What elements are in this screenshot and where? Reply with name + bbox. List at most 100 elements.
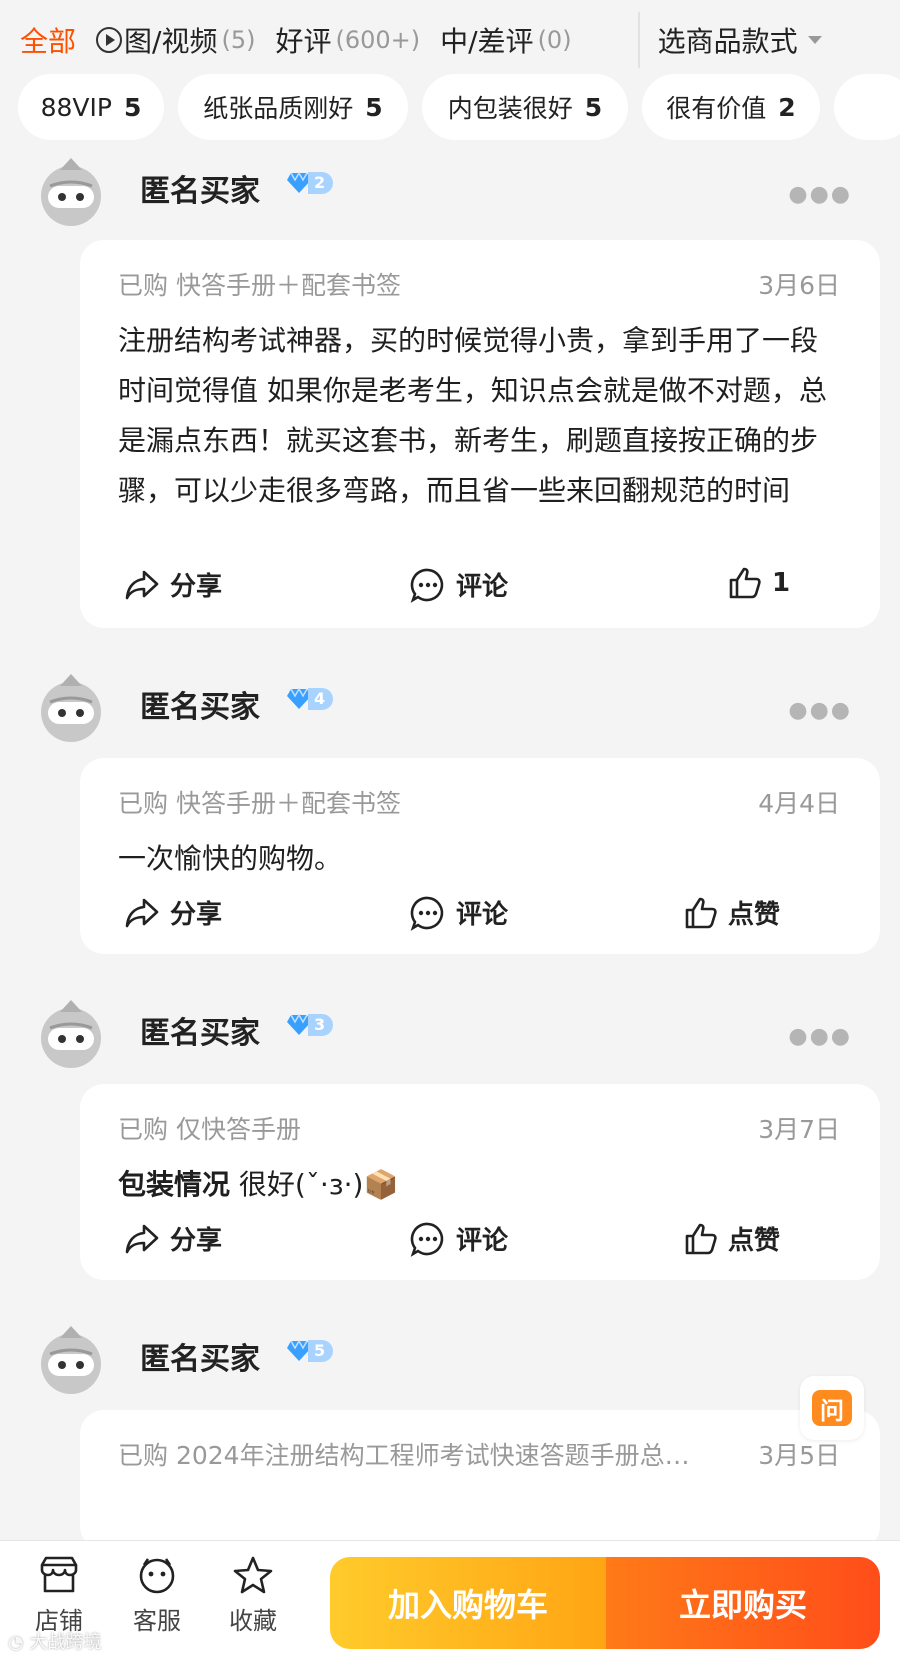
review-header: 匿名买家 5 bbox=[0, 1324, 900, 1404]
review-tag-chips: 88VIP 5 纸张品质刚好 5 内包装很好 5 很有价值 2 bbox=[0, 74, 900, 140]
review-date: 3月6日 bbox=[758, 271, 840, 300]
chip-count: 5 bbox=[365, 92, 383, 122]
buyer-name[interactable]: 匿名买家 bbox=[140, 682, 260, 726]
share-button[interactable]: 分享 bbox=[124, 1220, 222, 1257]
share-label: 分享 bbox=[170, 900, 223, 930]
customer-service-icon bbox=[139, 1558, 175, 1594]
shop-button[interactable]: 店铺 bbox=[14, 1555, 104, 1636]
purchase-info: 已购 快答手册＋配套书签 bbox=[118, 789, 401, 818]
chip-label: 很有价值 bbox=[666, 94, 767, 123]
tab-media[interactable]: 图/视频 (5) bbox=[96, 20, 255, 60]
review-card: 已购 仅快答手册 3月7日 包装情况 很好(ˇ·з·)📦 分享 评论 点赞 bbox=[80, 1084, 880, 1280]
review-text: 注册结构考试神器，买的时候觉得小贵，拿到手用了一段时间觉得值 如果你是老考生，知… bbox=[118, 324, 827, 507]
chip-inner-packaging[interactable]: 内包装很好 5 bbox=[422, 74, 628, 140]
more-options-icon[interactable]: ●●● bbox=[788, 182, 852, 207]
chip-label: 内包装很好 bbox=[447, 94, 573, 123]
review-text: 一次愉快的购物。 bbox=[118, 842, 343, 875]
share-icon bbox=[125, 898, 159, 927]
chip-good-value[interactable]: 很有价值 2 bbox=[642, 74, 820, 140]
chip-count: 5 bbox=[123, 92, 142, 122]
like-button[interactable]: 1 bbox=[728, 566, 790, 600]
style-select-label: 选商品款式 bbox=[657, 25, 798, 58]
comment-button[interactable]: 评论 bbox=[410, 894, 508, 931]
review-text-heading: 包装情况 bbox=[118, 1168, 231, 1201]
customer-service-button[interactable]: 客服 bbox=[112, 1555, 202, 1636]
review-filter-tabs: 全部 图/视频 (5) 好评 (600+) 中/差评 (0) 选商品款式 bbox=[0, 0, 900, 80]
comment-label: 评论 bbox=[456, 1226, 509, 1256]
like-button[interactable]: 点赞 bbox=[684, 894, 780, 931]
buyer-name[interactable]: 匿名买家 bbox=[140, 166, 260, 210]
share-button[interactable]: 分享 bbox=[124, 566, 222, 603]
tab-neutral-negative[interactable]: 中/差评 (0) bbox=[440, 20, 571, 60]
like-count: 1 bbox=[772, 568, 791, 598]
tab-media-label: 图/视频 bbox=[124, 25, 218, 58]
review-date: 3月7日 bbox=[758, 1115, 840, 1144]
anonymous-avatar-icon bbox=[41, 1326, 101, 1394]
tab-positive-label: 好评 bbox=[275, 25, 332, 58]
chip-count: 5 bbox=[584, 92, 603, 122]
tab-media-count: (5) bbox=[221, 26, 256, 54]
more-options-icon[interactable]: ●●● bbox=[788, 698, 852, 723]
buyer-name[interactable]: 匿名买家 bbox=[140, 1008, 260, 1052]
star-icon bbox=[233, 1556, 273, 1594]
purchase-info: 已购 快答手册＋配套书签 bbox=[118, 271, 401, 300]
member-level-number: 2 bbox=[308, 172, 334, 194]
tab-neutral-negative-count: (0) bbox=[537, 26, 572, 54]
share-icon bbox=[125, 1224, 159, 1253]
anonymous-avatar-icon bbox=[41, 1000, 101, 1068]
tab-divider bbox=[637, 12, 640, 68]
weibo-icon: ◔ bbox=[8, 1632, 24, 1653]
buyer-name[interactable]: 匿名买家 bbox=[140, 1334, 260, 1378]
play-circle-icon bbox=[96, 27, 123, 53]
favorite-button[interactable]: 收藏 bbox=[208, 1555, 298, 1636]
chip-label: 纸张品质刚好 bbox=[203, 94, 354, 123]
like-button[interactable]: 点赞 bbox=[684, 1220, 780, 1257]
add-to-cart-button[interactable]: 加入购物车 bbox=[330, 1557, 606, 1649]
purchase-info: 已购 仅快答手册 bbox=[118, 1115, 301, 1144]
thumbs-up-icon bbox=[685, 1223, 717, 1254]
member-level-number: 4 bbox=[308, 688, 334, 710]
share-button[interactable]: 分享 bbox=[124, 894, 222, 931]
review-header: 匿名买家 3 ●●● bbox=[0, 998, 900, 1078]
comment-bubble-icon bbox=[410, 1222, 444, 1257]
comment-bubble-icon bbox=[410, 568, 444, 603]
chip-label: 88VIP bbox=[40, 92, 112, 122]
comment-bubble-icon bbox=[410, 896, 444, 931]
chip-more[interactable] bbox=[834, 74, 900, 140]
member-level-number: 5 bbox=[308, 1340, 334, 1362]
style-select-dropdown[interactable]: 选商品款式 bbox=[658, 20, 822, 60]
review-text-body: 很好(ˇ·з·)📦 bbox=[238, 1168, 399, 1201]
buy-now-button[interactable]: 立即购买 bbox=[606, 1557, 880, 1649]
review-date: 4月4日 bbox=[758, 789, 840, 818]
tab-neutral-negative-label: 中/差评 bbox=[440, 25, 534, 58]
like-label: 点赞 bbox=[728, 1226, 781, 1256]
favorite-label: 收藏 bbox=[229, 1607, 277, 1635]
watermark: ◔ 大战跨境 bbox=[8, 1628, 101, 1654]
chip-88vip[interactable]: 88VIP 5 bbox=[18, 74, 164, 140]
chevron-down-icon bbox=[807, 36, 822, 44]
comment-button[interactable]: 评论 bbox=[410, 1220, 508, 1257]
tab-positive-count: (600+) bbox=[335, 26, 421, 54]
more-options-icon[interactable]: ●●● bbox=[788, 1024, 852, 1049]
share-icon bbox=[125, 570, 159, 599]
add-to-cart-label: 加入购物车 bbox=[387, 1586, 548, 1624]
member-level-badge: 3 bbox=[286, 1012, 334, 1038]
comment-button[interactable]: 评论 bbox=[410, 566, 508, 603]
chip-paper-quality[interactable]: 纸张品质刚好 5 bbox=[178, 74, 408, 140]
review-text: 包装情况 很好(ˇ·з·)📦 bbox=[118, 1160, 828, 1210]
review-header: 匿名买家 4 ●●● bbox=[0, 672, 900, 752]
service-label: 客服 bbox=[133, 1607, 181, 1635]
watermark-text: 大战跨境 bbox=[29, 1632, 102, 1653]
review-card: 已购 快答手册＋配套书签 4月4日 一次愉快的购物。 分享 评论 点赞 bbox=[80, 758, 880, 954]
review-actions: 分享 评论 1 bbox=[80, 560, 880, 610]
review-date: 3月5日 bbox=[758, 1441, 840, 1470]
tab-all[interactable]: 全部 bbox=[20, 20, 76, 60]
thumbs-up-icon bbox=[685, 897, 717, 928]
tab-positive[interactable]: 好评 (600+) bbox=[275, 20, 420, 60]
chip-count: 2 bbox=[778, 92, 796, 122]
member-level-badge: 4 bbox=[286, 686, 334, 712]
review-header: 匿名买家 2 ●●● bbox=[0, 156, 900, 236]
shop-icon bbox=[40, 1556, 78, 1593]
ask-question-button[interactable]: 问 bbox=[800, 1376, 864, 1440]
purchase-info: 已购 2024年注册结构工程师考试快速答题手册总… bbox=[118, 1441, 690, 1470]
